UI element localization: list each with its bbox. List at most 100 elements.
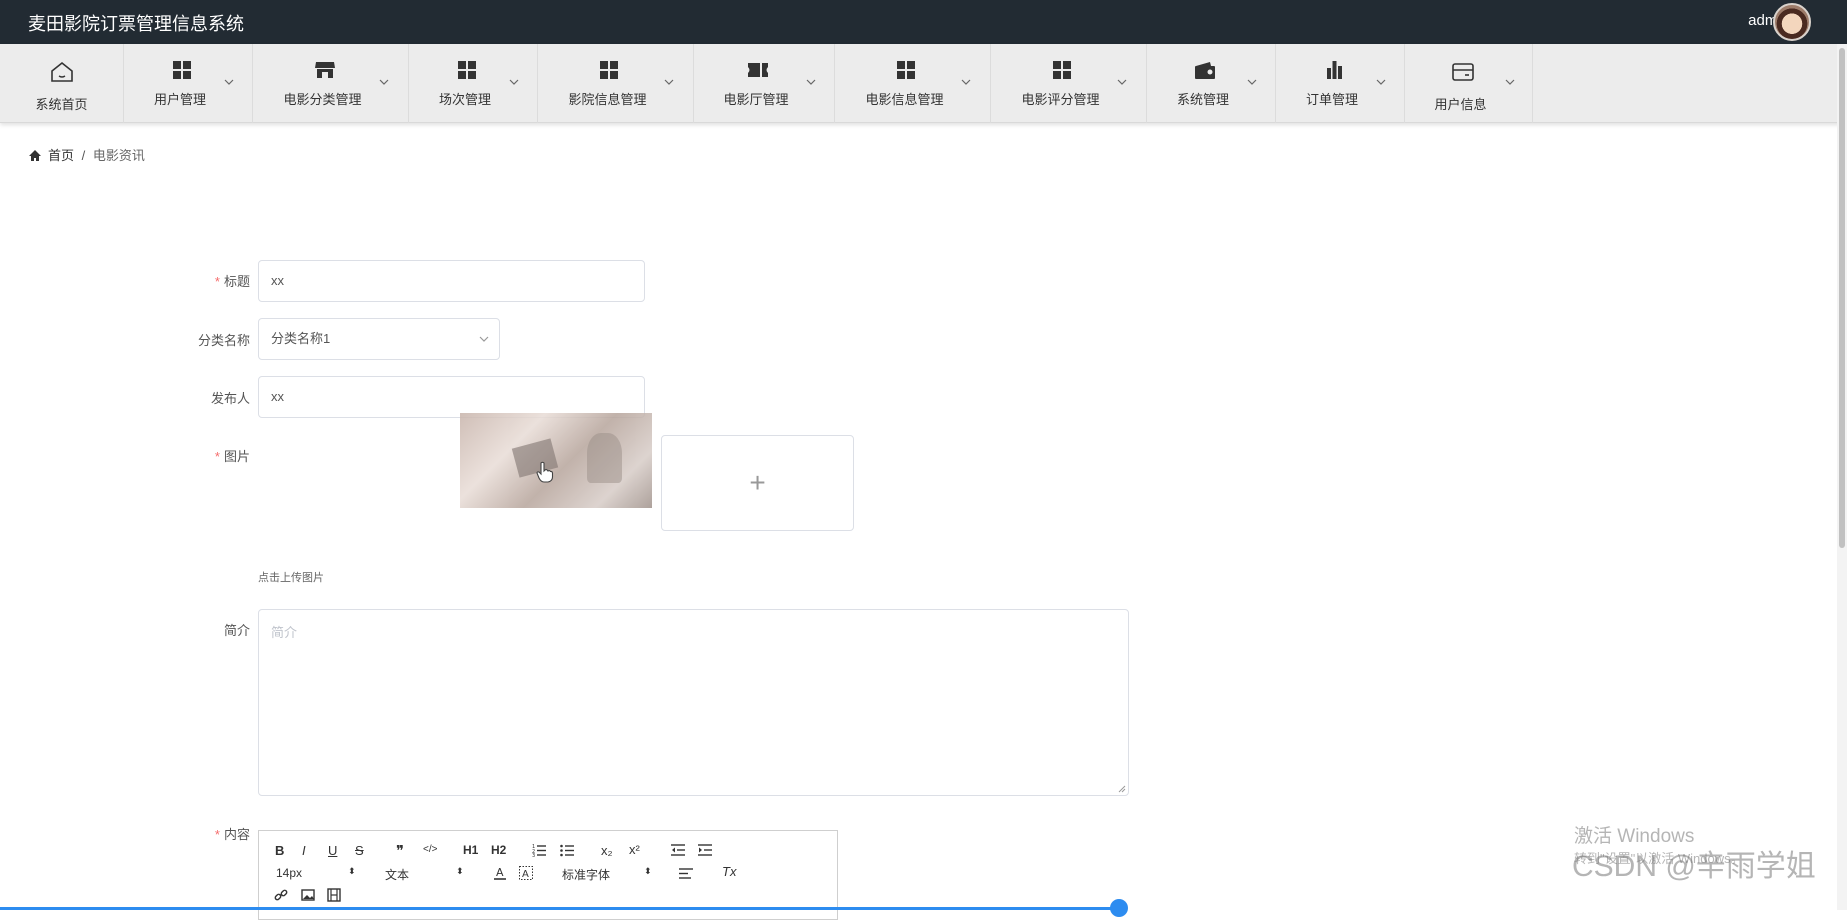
ordered-list-icon[interactable]: 123 bbox=[532, 843, 546, 857]
scrollbar-thumb[interactable] bbox=[1839, 48, 1845, 548]
italic-button[interactable]: I bbox=[302, 843, 306, 858]
nav-label: 用户信息 bbox=[1434, 97, 1487, 112]
breadcrumb: 首页 / 电影资讯 bbox=[28, 145, 145, 164]
chevron-down-icon bbox=[664, 79, 674, 85]
updown-icon: ⬍ bbox=[348, 866, 356, 876]
updown-icon: ⬍ bbox=[644, 866, 652, 876]
indent-icon[interactable] bbox=[698, 843, 712, 857]
grid-icon bbox=[600, 61, 618, 79]
upload-hint: 点击上传图片 bbox=[258, 572, 324, 584]
scroll-handle[interactable] bbox=[1110, 899, 1128, 917]
required-mark: * bbox=[214, 274, 220, 289]
video-icon[interactable] bbox=[327, 888, 341, 902]
nav-item-system[interactable]: 系统管理 bbox=[1147, 44, 1276, 123]
nav-label: 电影分类管理 bbox=[283, 92, 362, 107]
nav-item-sessions[interactable]: 场次管理 bbox=[409, 44, 538, 123]
nav-item-users[interactable]: 用户管理 bbox=[124, 44, 253, 123]
title-input[interactable]: xx bbox=[258, 260, 645, 302]
h1-button[interactable]: H1 bbox=[463, 843, 478, 857]
required-mark: * bbox=[214, 449, 220, 464]
code-block-button[interactable]: </> bbox=[423, 844, 437, 855]
title-label-text: 标题 bbox=[223, 274, 250, 289]
chevron-down-icon bbox=[1505, 79, 1515, 85]
image-content bbox=[587, 433, 622, 483]
bar-chart-icon bbox=[1327, 61, 1342, 79]
grid-icon bbox=[1053, 61, 1071, 79]
blockquote-button[interactable]: ❞ bbox=[396, 842, 404, 860]
nav-item-rating[interactable]: 电影评分管理 bbox=[991, 44, 1147, 123]
content-label: * 内容 bbox=[150, 824, 250, 843]
clear-format-button[interactable]: Tx bbox=[722, 864, 736, 879]
nav-item-cinema-info[interactable]: 影院信息管理 bbox=[538, 44, 694, 123]
chevron-down-icon bbox=[479, 336, 489, 342]
bullet-list-icon[interactable] bbox=[560, 843, 574, 857]
chevron-down-icon bbox=[224, 79, 234, 85]
card-icon bbox=[1452, 63, 1474, 81]
image-label-text: 图片 bbox=[223, 449, 250, 464]
h2-button[interactable]: H2 bbox=[491, 843, 506, 857]
image-label: * 图片 bbox=[150, 446, 250, 465]
align-left-icon[interactable] bbox=[679, 866, 693, 880]
nav-label: 电影信息管理 bbox=[865, 92, 944, 107]
image-upload-button[interactable]: + bbox=[661, 435, 854, 531]
app-title: 麦田影院订票管理信息系统 bbox=[28, 14, 244, 34]
nav-label: 系统首页 bbox=[35, 97, 88, 112]
font-size-select[interactable]: 14px bbox=[276, 866, 302, 880]
font-family-select[interactable]: 标准字体 bbox=[562, 866, 610, 883]
breadcrumb-current: 电影资讯 bbox=[92, 148, 145, 163]
category-value: 分类名称1 bbox=[271, 331, 331, 346]
font-color-icon[interactable]: A bbox=[493, 866, 507, 880]
superscript-button[interactable]: x² bbox=[629, 842, 640, 857]
home-icon bbox=[29, 150, 41, 161]
chevron-down-icon bbox=[379, 79, 389, 85]
image-icon[interactable] bbox=[301, 888, 315, 902]
intro-textarea[interactable]: 简介 bbox=[258, 609, 1129, 796]
category-select[interactable]: 分类名称1 bbox=[258, 318, 500, 360]
ticket-icon bbox=[748, 63, 768, 77]
publisher-input[interactable]: xx bbox=[258, 376, 645, 418]
intro-placeholder: 简介 bbox=[271, 625, 298, 640]
content-label-text: 内容 bbox=[223, 827, 250, 842]
grid-icon bbox=[458, 61, 476, 79]
chevron-down-icon bbox=[961, 79, 971, 85]
nav-item-orders[interactable]: 订单管理 bbox=[1276, 44, 1405, 123]
plus-icon: + bbox=[749, 467, 766, 498]
outdent-icon[interactable] bbox=[671, 843, 685, 857]
svg-text:3: 3 bbox=[532, 853, 535, 857]
breadcrumb-home[interactable]: 首页 bbox=[48, 148, 74, 163]
nav-label: 电影评分管理 bbox=[1021, 92, 1100, 107]
required-mark: * bbox=[214, 827, 220, 842]
resize-grip-icon[interactable] bbox=[1118, 785, 1126, 793]
nav-item-home[interactable]: 系统首页 bbox=[0, 44, 124, 123]
svg-text:A: A bbox=[496, 866, 504, 879]
nav-label: 用户管理 bbox=[153, 92, 206, 107]
csdn-watermark: CSDN @辛雨学姐 bbox=[1572, 850, 1816, 883]
intro-label: 简介 bbox=[223, 623, 250, 638]
nav-item-movie-category[interactable]: 电影分类管理 bbox=[253, 44, 409, 123]
chevron-down-icon bbox=[1376, 79, 1386, 85]
dragged-image-thumbnail[interactable] bbox=[460, 413, 652, 508]
page-scrollbar[interactable] bbox=[1837, 44, 1847, 910]
wallet-icon bbox=[1195, 62, 1215, 79]
nav-item-hall[interactable]: 电影厅管理 bbox=[694, 44, 835, 123]
nav-label: 系统管理 bbox=[1176, 92, 1229, 107]
underline-button[interactable]: U bbox=[328, 843, 337, 858]
avatar[interactable] bbox=[1773, 3, 1811, 41]
nav-item-movie-info[interactable]: 电影信息管理 bbox=[835, 44, 991, 123]
link-icon[interactable] bbox=[274, 888, 288, 902]
top-bar: 麦田影院订票管理信息系统 admin bbox=[0, 0, 1847, 44]
chevron-down-icon bbox=[1247, 79, 1257, 85]
strike-button[interactable]: S bbox=[355, 843, 364, 858]
subscript-button[interactable]: x₂ bbox=[601, 843, 613, 858]
header-select[interactable]: 文本 bbox=[385, 866, 409, 883]
nav-label: 场次管理 bbox=[438, 92, 491, 107]
updown-icon: ⬍ bbox=[456, 866, 464, 876]
background-color-icon[interactable]: A bbox=[519, 866, 533, 880]
title-label: * 标题 bbox=[150, 271, 250, 290]
bold-button[interactable]: B bbox=[275, 843, 284, 858]
nav-item-user-info[interactable]: 用户信息 bbox=[1405, 44, 1533, 123]
grid-icon bbox=[173, 61, 191, 79]
category-label: 分类名称 bbox=[197, 333, 250, 348]
nav-label: 订单管理 bbox=[1305, 92, 1358, 107]
store-icon bbox=[315, 62, 335, 78]
